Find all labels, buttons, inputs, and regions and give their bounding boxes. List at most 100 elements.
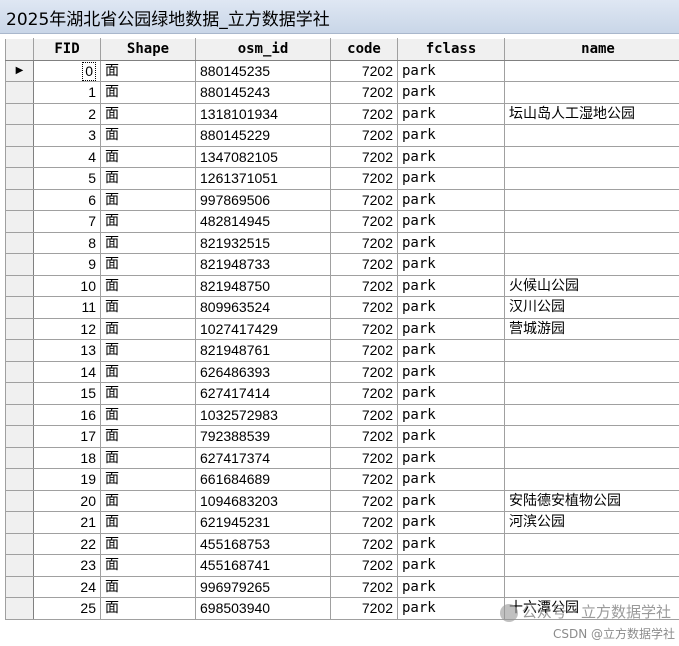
cell-code[interactable]: 7202	[330, 253, 398, 276]
cell-osm-id[interactable]: 792388539	[195, 425, 331, 448]
cell-shape[interactable]: 面	[100, 403, 196, 426]
cell-shape[interactable]: 面	[100, 360, 196, 383]
table-row[interactable]: 12 面 1027417429 7202 park 营城游园	[5, 317, 679, 340]
cell-shape[interactable]: 面	[100, 145, 196, 168]
table-row[interactable]: 20 面 1094683203 7202 park 安陆德安植物公园	[5, 489, 679, 512]
cell-osm-id[interactable]: 997869506	[195, 188, 331, 211]
row-selector[interactable]	[5, 231, 34, 254]
cell-code[interactable]: 7202	[330, 511, 398, 534]
cell-shape[interactable]: 面	[100, 167, 196, 190]
row-selector[interactable]	[5, 167, 34, 190]
cell-name[interactable]	[504, 59, 679, 82]
cell-osm-id[interactable]: 621945231	[195, 511, 331, 534]
row-selector[interactable]	[5, 468, 34, 491]
select-all-corner[interactable]	[5, 38, 34, 61]
cell-code[interactable]: 7202	[330, 296, 398, 319]
cell-shape[interactable]: 面	[100, 554, 196, 577]
cell-name[interactable]	[504, 253, 679, 276]
table-row[interactable]: 17 面 792388539 7202 park	[5, 425, 679, 448]
cell-fclass[interactable]: park	[397, 102, 505, 125]
cell-osm-id[interactable]: 821948750	[195, 274, 331, 297]
row-selector[interactable]	[5, 124, 34, 147]
cell-code[interactable]: 7202	[330, 360, 398, 383]
cell-shape[interactable]: 面	[100, 188, 196, 211]
cell-code[interactable]: 7202	[330, 124, 398, 147]
cell-shape[interactable]: 面	[100, 296, 196, 319]
cell-fid[interactable]: 8	[33, 231, 101, 254]
cell-code[interactable]: 7202	[330, 597, 398, 620]
cell-shape[interactable]: 面	[100, 575, 196, 598]
row-selector[interactable]	[5, 446, 34, 469]
table-row[interactable]: 8 面 821932515 7202 park	[5, 231, 679, 254]
cell-osm-id[interactable]: 821948733	[195, 253, 331, 276]
cell-fclass[interactable]: park	[397, 339, 505, 362]
cell-fid[interactable]: 7	[33, 210, 101, 233]
cell-fid[interactable]: 12	[33, 317, 101, 340]
table-row[interactable]: 21 面 621945231 7202 park 河滨公园	[5, 511, 679, 534]
cell-name[interactable]	[504, 210, 679, 233]
cell-name[interactable]	[504, 532, 679, 555]
cell-fid[interactable]: 17	[33, 425, 101, 448]
cell-fid[interactable]: 9	[33, 253, 101, 276]
cell-fid[interactable]: 24	[33, 575, 101, 598]
column-header-shape[interactable]: Shape	[100, 38, 196, 61]
cell-fid[interactable]: 23	[33, 554, 101, 577]
cell-fclass[interactable]: park	[397, 231, 505, 254]
cell-code[interactable]: 7202	[330, 532, 398, 555]
cell-name[interactable]	[504, 124, 679, 147]
table-row[interactable]: 5 面 1261371051 7202 park	[5, 167, 679, 190]
cell-fclass[interactable]: park	[397, 382, 505, 405]
cell-osm-id[interactable]: 627417414	[195, 382, 331, 405]
cell-shape[interactable]: 面	[100, 425, 196, 448]
cell-fclass[interactable]: park	[397, 59, 505, 82]
table-row[interactable]: 19 面 661684689 7202 park	[5, 468, 679, 491]
cell-osm-id[interactable]: 627417374	[195, 446, 331, 469]
cell-shape[interactable]: 面	[100, 489, 196, 512]
cell-shape[interactable]: 面	[100, 382, 196, 405]
row-selector[interactable]	[5, 575, 34, 598]
cell-fid[interactable]: 20	[33, 489, 101, 512]
cell-code[interactable]: 7202	[330, 403, 398, 426]
cell-shape[interactable]: 面	[100, 597, 196, 620]
cell-fid[interactable]: 22	[33, 532, 101, 555]
table-row[interactable]: 15 面 627417414 7202 park	[5, 382, 679, 405]
row-selector[interactable]	[5, 253, 34, 276]
cell-name[interactable]: 安陆德安植物公园	[504, 489, 679, 512]
cell-osm-id[interactable]: 661684689	[195, 468, 331, 491]
table-row[interactable]: 23 面 455168741 7202 park	[5, 554, 679, 577]
cell-shape[interactable]: 面	[100, 511, 196, 534]
cell-fid[interactable]: 6	[33, 188, 101, 211]
cell-osm-id[interactable]: 821948761	[195, 339, 331, 362]
cell-name[interactable]	[504, 382, 679, 405]
cell-code[interactable]: 7202	[330, 468, 398, 491]
row-selector[interactable]	[5, 339, 34, 362]
cell-fclass[interactable]: park	[397, 145, 505, 168]
cell-name[interactable]	[504, 468, 679, 491]
cell-osm-id[interactable]: 626486393	[195, 360, 331, 383]
cell-osm-id[interactable]: 1027417429	[195, 317, 331, 340]
row-selector[interactable]	[5, 403, 34, 426]
cell-shape[interactable]: 面	[100, 317, 196, 340]
cell-name[interactable]	[504, 145, 679, 168]
cell-fclass[interactable]: park	[397, 210, 505, 233]
cell-fid[interactable]: 15	[33, 382, 101, 405]
cell-shape[interactable]: 面	[100, 339, 196, 362]
cell-code[interactable]: 7202	[330, 274, 398, 297]
cell-osm-id[interactable]: 809963524	[195, 296, 331, 319]
cell-fclass[interactable]: park	[397, 511, 505, 534]
cell-osm-id[interactable]: 1094683203	[195, 489, 331, 512]
cell-fclass[interactable]: park	[397, 274, 505, 297]
cell-fclass[interactable]: park	[397, 253, 505, 276]
cell-fclass[interactable]: park	[397, 403, 505, 426]
table-row[interactable]: 18 面 627417374 7202 park	[5, 446, 679, 469]
table-row[interactable]: 14 面 626486393 7202 park	[5, 360, 679, 383]
cell-osm-id[interactable]: 880145235	[195, 59, 331, 82]
cell-code[interactable]: 7202	[330, 81, 398, 104]
cell-name[interactable]	[504, 81, 679, 104]
cell-osm-id[interactable]: 821932515	[195, 231, 331, 254]
cell-code[interactable]: 7202	[330, 231, 398, 254]
cell-name[interactable]	[504, 231, 679, 254]
cell-name[interactable]: 汉川公园	[504, 296, 679, 319]
table-row[interactable]: 24 面 996979265 7202 park	[5, 575, 679, 598]
row-selector[interactable]	[5, 360, 34, 383]
